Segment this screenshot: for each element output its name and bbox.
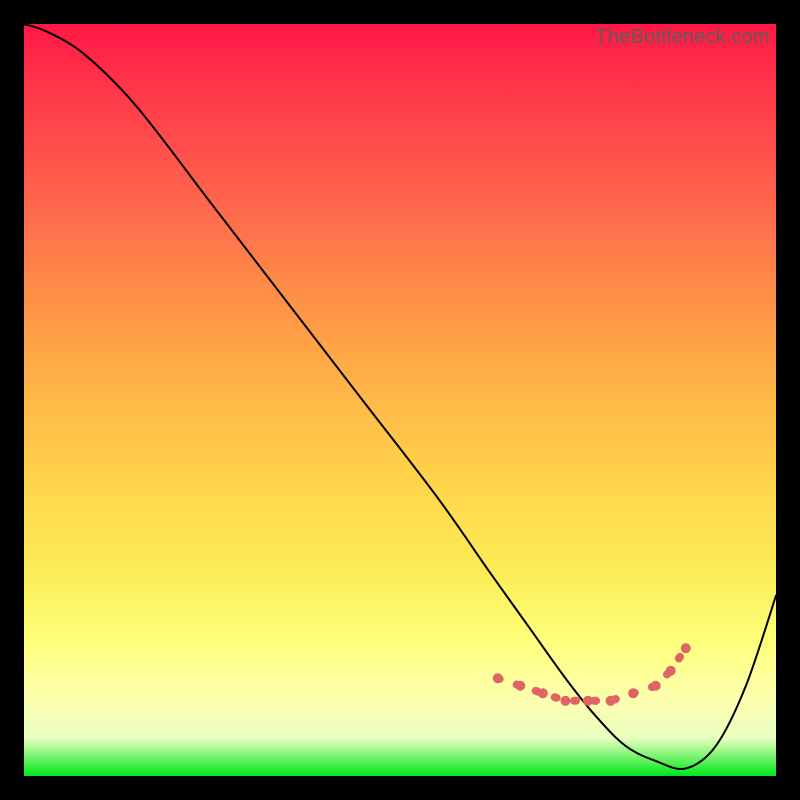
curve-line xyxy=(24,24,776,769)
highlight-dot xyxy=(560,696,570,706)
highlight-dot xyxy=(606,696,616,706)
highlight-dot xyxy=(666,666,676,676)
curve-path xyxy=(24,24,776,769)
chart-svg xyxy=(24,24,776,776)
highlight-dot xyxy=(515,681,525,691)
highlight-dot xyxy=(583,696,593,706)
highlight-dot xyxy=(628,688,638,698)
highlight-dots xyxy=(493,643,691,706)
watermark-text: TheBottleneck.com xyxy=(595,26,770,49)
chart-frame: TheBottleneck.com xyxy=(24,24,776,776)
highlight-dot xyxy=(538,688,548,698)
highlight-dot xyxy=(681,643,691,653)
highlight-dot xyxy=(493,673,503,683)
highlight-dash xyxy=(498,648,686,701)
highlight-dot xyxy=(651,681,661,691)
